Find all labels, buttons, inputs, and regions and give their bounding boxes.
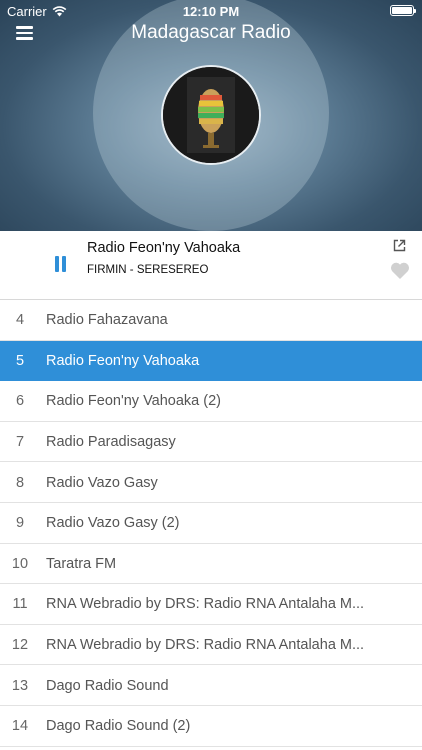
station-name: Radio Feon'ny Vahoaka (2) xyxy=(46,393,221,410)
share-icon[interactable] xyxy=(393,239,406,252)
station-number: 7 xyxy=(15,434,25,451)
microphone-logo xyxy=(163,67,259,163)
station-number: 10 xyxy=(11,555,29,572)
station-row[interactable]: 8 Radio Vazo Gasy xyxy=(0,462,422,503)
station-row[interactable]: 7 Radio Paradisagasy xyxy=(0,422,422,463)
station-number: 5 xyxy=(15,352,25,369)
station-row[interactable]: 13 Dago Radio Sound xyxy=(0,665,422,706)
heart-icon[interactable] xyxy=(390,261,410,280)
station-number: 14 xyxy=(11,718,29,735)
now-playing-bar: Radio Feon'ny Vahoaka FIRMIN - SERESEREO xyxy=(0,231,422,300)
station-name: Dago Radio Sound xyxy=(46,677,169,694)
station-number: 4 xyxy=(15,312,25,329)
station-name: Radio Vazo Gasy xyxy=(46,474,158,491)
station-row[interactable]: 9 Radio Vazo Gasy (2) xyxy=(0,503,422,544)
station-name: Radio Fahazavana xyxy=(46,312,168,329)
station-row[interactable]: 4 Radio Fahazavana xyxy=(0,300,422,341)
station-name: RNA Webradio by DRS: Radio RNA Antalaha … xyxy=(46,637,365,654)
station-row[interactable]: 6 Radio Feon'ny Vahoaka (2) xyxy=(0,381,422,422)
pause-icon[interactable] xyxy=(54,256,68,274)
station-name: RNA Webradio by DRS: Radio RNA Antalaha … xyxy=(46,596,365,613)
station-row[interactable]: 12 RNA Webradio by DRS: Radio RNA Antalah… xyxy=(0,625,422,666)
station-number: 6 xyxy=(15,393,25,410)
status-bar: Carrier 12:10 PM xyxy=(0,0,422,22)
now-playing-station: Radio Feon'ny Vahoaka xyxy=(87,240,241,256)
clock: 12:10 PM xyxy=(182,4,240,19)
now-playing-track: FIRMIN - SERESEREO xyxy=(87,264,209,276)
page-title: Madagascar Radio xyxy=(131,22,291,43)
station-list: 4 Radio Fahazavana 5 Radio Feon'ny Vahoaka 6… xyxy=(0,300,422,747)
station-number: 8 xyxy=(15,474,25,491)
station-name: Radio Paradisagasy xyxy=(46,434,176,451)
battery-icon xyxy=(390,5,416,16)
station-row[interactable]: 14 Dago Radio Sound (2) xyxy=(0,706,422,747)
station-name: Dago Radio Sound (2) xyxy=(46,718,191,735)
station-row[interactable]: 11 RNA Webradio by DRS: Radio RNA Antalah… xyxy=(0,584,422,625)
station-number: 12 xyxy=(11,637,29,654)
station-number: 9 xyxy=(15,515,25,532)
station-name: Radio Feon'ny Vahoaka xyxy=(46,352,200,369)
station-logo xyxy=(161,65,261,165)
station-name: Taratra FM xyxy=(46,555,117,572)
station-row[interactable]: 10 Taratra FM xyxy=(0,544,422,585)
station-name: Radio Vazo Gasy (2) xyxy=(46,515,180,532)
station-number: 11 xyxy=(12,596,28,613)
station-number: 13 xyxy=(11,677,29,694)
header-hero: Carrier 12:10 PM Madagascar Radio xyxy=(0,0,422,231)
station-row[interactable]: 5 Radio Feon'ny Vahoaka xyxy=(0,340,422,382)
